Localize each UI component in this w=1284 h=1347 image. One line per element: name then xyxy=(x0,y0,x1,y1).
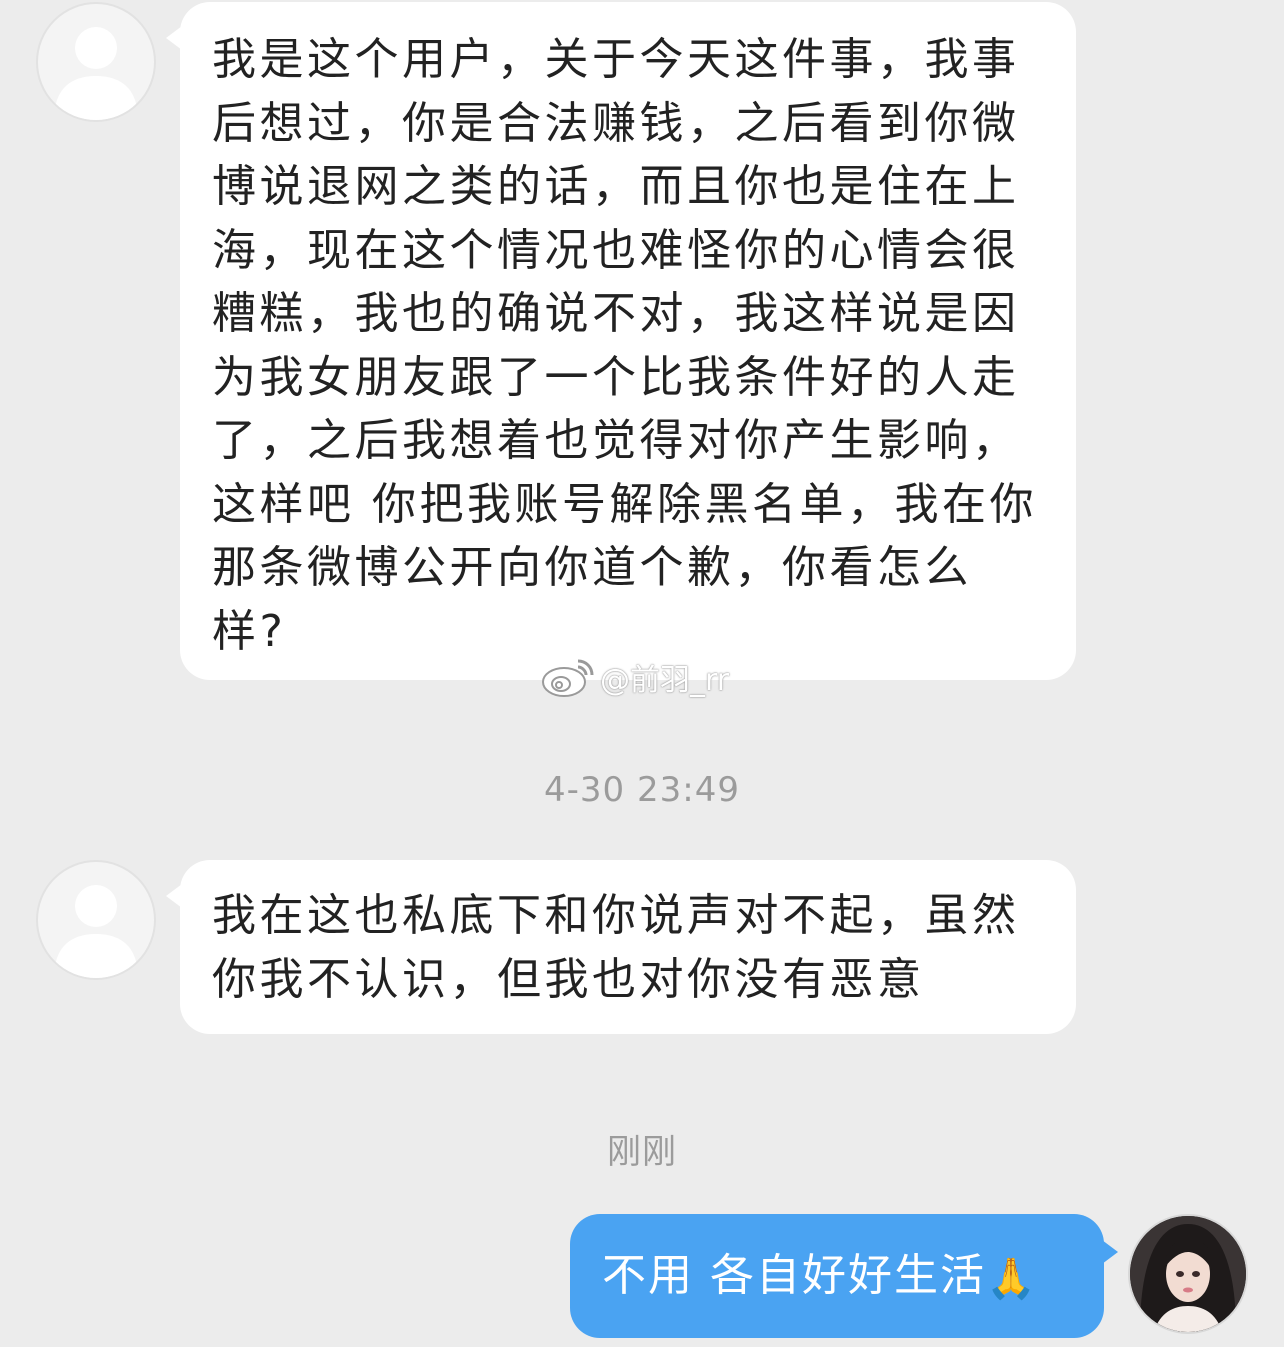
default-avatar-icon xyxy=(54,885,138,978)
message-text: 我在这也私底下和你说声对不起，虽然你我不认识，但我也对你没有恶意 xyxy=(212,890,1020,1005)
message-bubble-incoming[interactable]: 我在这也私底下和你说声对不起，虽然你我不认识，但我也对你没有恶意 xyxy=(166,860,1076,1034)
sender-avatar[interactable] xyxy=(36,2,156,122)
message-bubble-outgoing[interactable]: 不用 各自好好生活🙏 xyxy=(570,1214,1118,1338)
default-avatar-icon xyxy=(54,27,138,120)
praying-hands-emoji: 🙏 xyxy=(986,1256,1038,1302)
message-timestamp: 4-30 23:49 xyxy=(544,770,740,810)
message-timestamp: 刚刚 xyxy=(607,1132,677,1172)
sender-avatar[interactable] xyxy=(36,860,156,980)
message-bubble-incoming[interactable]: 我是这个用户，关于今天这件事，我事后想过，你是合法赚钱，之后看到你微博说退网之类… xyxy=(166,2,1076,680)
user-avatar[interactable] xyxy=(1128,1214,1248,1334)
message-text: 不用 各自好好生活 xyxy=(602,1250,986,1301)
weibo-logo-icon xyxy=(542,659,594,697)
watermark-text: @前羽_rr xyxy=(600,663,730,698)
profile-photo-icon xyxy=(1130,1216,1246,1332)
message-text: 我是这个用户，关于今天这件事，我事后想过，你是合法赚钱，之后看到你微博说退网之类… xyxy=(212,34,1037,657)
watermark: @前羽_rr xyxy=(540,652,729,702)
